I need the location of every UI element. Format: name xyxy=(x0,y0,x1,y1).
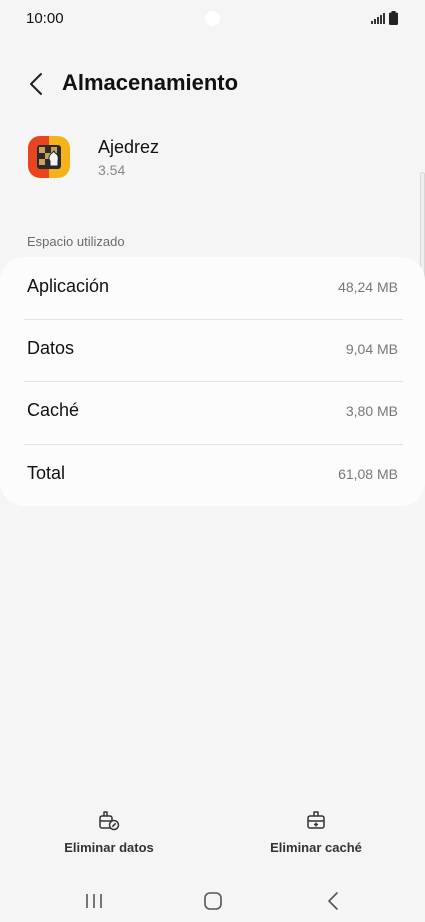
storage-row-value: 48,24 MB xyxy=(338,279,398,295)
recents-icon xyxy=(86,894,102,908)
chevron-left-icon xyxy=(30,73,42,95)
home-icon xyxy=(204,892,222,910)
header: Almacenamiento xyxy=(0,62,425,106)
storage-row-value: 3,80 MB xyxy=(345,403,398,419)
home-button[interactable] xyxy=(193,886,233,916)
clear-cache-button[interactable]: Eliminar caché xyxy=(246,808,386,862)
signal-icon xyxy=(371,13,385,24)
chess-app-icon xyxy=(28,136,70,178)
storage-row-label: Aplicación xyxy=(27,276,110,296)
battery-icon xyxy=(389,11,398,25)
app-name: Ajedrez xyxy=(98,137,160,157)
camera-cutout xyxy=(205,11,220,26)
storage-row-data: Datos 9,04 MB xyxy=(0,319,425,381)
clear-data-label: Eliminar datos xyxy=(64,840,154,855)
storage-row-application: Aplicación 48,24 MB xyxy=(0,257,425,319)
clear-cache-icon xyxy=(307,811,325,829)
section-header: Espacio utilizado xyxy=(27,234,125,249)
storage-row-total: Total 61,08 MB xyxy=(0,444,425,506)
storage-card: Aplicación 48,24 MB Datos 9,04 MB Caché … xyxy=(0,257,425,506)
storage-row-label: Caché xyxy=(27,400,80,420)
app-version: 3.54 xyxy=(98,162,126,178)
clear-data-button[interactable]: Eliminar datos xyxy=(39,808,179,862)
storage-row-cache: Caché 3,80 MB xyxy=(0,381,425,443)
status-bar: 10:00 xyxy=(0,0,425,38)
storage-row-value: 9,04 MB xyxy=(345,341,398,357)
page-title: Almacenamiento xyxy=(62,70,239,95)
navigation-bar xyxy=(0,878,425,922)
clear-cache-label: Eliminar caché xyxy=(270,840,362,855)
storage-row-label: Datos xyxy=(27,338,75,358)
nav-back-button[interactable] xyxy=(313,886,353,916)
clear-data-icon xyxy=(99,811,120,831)
storage-row-value: 61,08 MB xyxy=(338,466,398,482)
storage-row-label: Total xyxy=(27,463,66,483)
recents-button[interactable] xyxy=(74,886,114,916)
back-button[interactable] xyxy=(20,66,52,102)
back-icon xyxy=(328,892,338,910)
app-info: Ajedrez 3.54 xyxy=(0,134,425,184)
status-time: 10:00 xyxy=(26,10,64,27)
